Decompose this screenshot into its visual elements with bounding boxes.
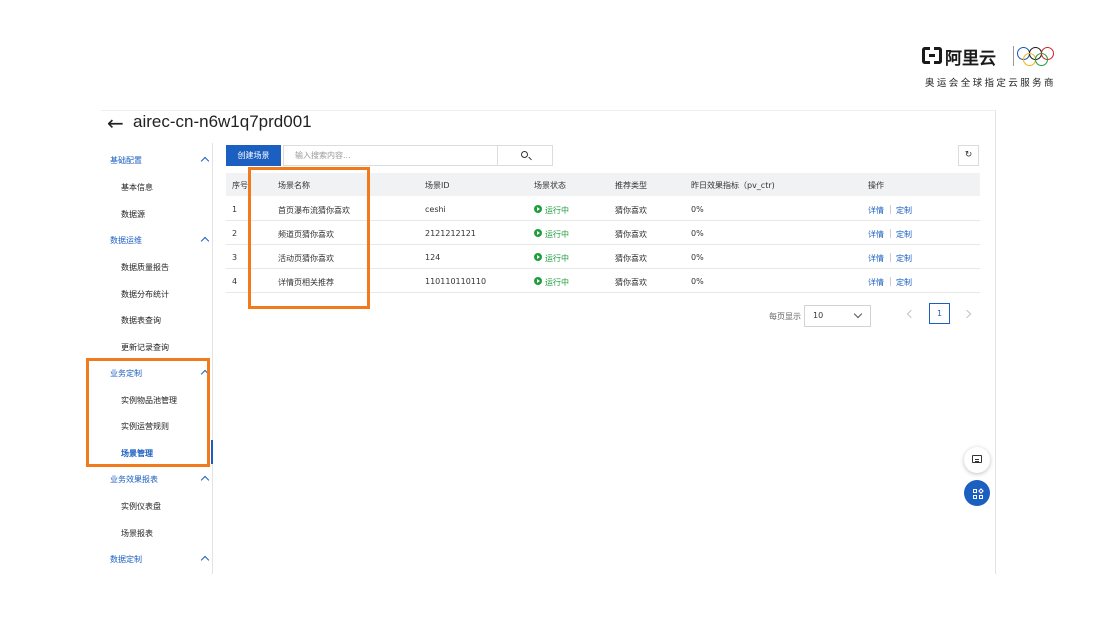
cell-metric: 0% xyxy=(691,205,704,214)
sidebar-group-label: 数据运维 xyxy=(110,236,142,245)
column-header-metric: 昨日效果指标（pv_ctr) xyxy=(691,181,775,190)
chevron-up-icon[interactable] xyxy=(200,156,210,166)
cell-status: 运行中 xyxy=(545,230,569,239)
action-divider xyxy=(890,205,891,214)
page-size-value: 10 xyxy=(813,311,824,320)
cell-metric: 0% xyxy=(691,253,704,262)
action-divider xyxy=(890,277,891,286)
sidebar-item[interactable]: 实例仪表盘 xyxy=(121,501,161,512)
detail-link[interactable]: 详情 xyxy=(868,277,884,288)
sidebar-item[interactable]: 数据表查询 xyxy=(121,315,161,326)
detail-link[interactable]: 详情 xyxy=(868,229,884,240)
logo-divider xyxy=(1013,46,1014,66)
cell-scene-id: ceshi xyxy=(425,205,446,214)
apps-button[interactable] xyxy=(964,480,990,506)
refresh-icon: ↻ xyxy=(964,150,973,160)
action-divider xyxy=(890,253,891,262)
cell-scene-id: 110110110110 xyxy=(425,277,487,286)
sidebar-group-label: 数据定制 xyxy=(110,555,142,564)
cell-metric: 0% xyxy=(691,229,704,238)
sidebar-group-header[interactable]: 数据运维 xyxy=(110,235,210,246)
action-divider xyxy=(890,229,891,238)
highlight-box-sidebar xyxy=(86,358,210,467)
apps-icon xyxy=(964,480,984,499)
column-header-status: 场景状态 xyxy=(534,181,566,190)
create-scene-button[interactable]: 创建场景 xyxy=(226,145,281,166)
detail-link[interactable]: 详情 xyxy=(868,205,884,216)
column-header-type: 推荐类型 xyxy=(615,181,647,190)
customize-link[interactable]: 定制 xyxy=(896,229,912,240)
status-running-icon xyxy=(534,205,542,213)
search-input[interactable] xyxy=(283,145,498,166)
customize-link[interactable]: 定制 xyxy=(896,205,912,216)
page-title: airec-cn-n6w1q7prd001 xyxy=(133,112,312,131)
column-header-actions: 操作 xyxy=(868,181,884,190)
cell-index: 4 xyxy=(232,277,238,286)
active-indicator xyxy=(211,440,213,464)
cell-index: 2 xyxy=(232,229,238,238)
cell-recommend-type: 猜你喜欢 xyxy=(615,206,647,215)
olympic-rings-icon xyxy=(1017,47,1067,67)
chat-icon xyxy=(972,455,982,463)
page-size-label: 每页显示 xyxy=(769,312,801,321)
sidebar-item[interactable]: 数据质量报告 xyxy=(121,262,169,273)
cell-status: 运行中 xyxy=(545,278,569,287)
chevron-down-icon xyxy=(853,309,863,319)
cell-recommend-type: 猜你喜欢 xyxy=(615,278,647,287)
cell-scene-id: 124 xyxy=(425,253,441,262)
sidebar-group-header[interactable]: 基础配置 xyxy=(110,155,210,166)
logo-subtitle: 奥运会全球指定云服务商 xyxy=(925,78,1056,89)
page-size-select[interactable]: 10 xyxy=(804,305,871,327)
search-button[interactable] xyxy=(497,145,553,166)
chat-button[interactable] xyxy=(964,447,990,473)
chevron-up-icon[interactable] xyxy=(200,236,210,246)
logo-name: 阿里云 xyxy=(945,49,996,69)
cell-scene-id: 2121212121 xyxy=(425,229,476,238)
cell-status: 运行中 xyxy=(545,254,569,263)
customize-link[interactable]: 定制 xyxy=(896,253,912,264)
sidebar-group-label: 业务效果报表 xyxy=(110,475,158,484)
chevron-up-icon[interactable] xyxy=(200,475,210,485)
detail-link[interactable]: 详情 xyxy=(868,253,884,264)
aliyun-logo: 阿里云 奥运会全球指定云服务商 xyxy=(918,44,1068,92)
status-running-icon xyxy=(534,229,542,237)
sidebar-item[interactable]: 场景报表 xyxy=(121,528,153,539)
cell-metric: 0% xyxy=(691,277,704,286)
cell-index: 3 xyxy=(232,253,238,262)
sidebar-item[interactable]: 数据源 xyxy=(121,209,145,220)
page-number-current[interactable]: 1 xyxy=(929,303,950,324)
highlight-box-name-column xyxy=(248,167,370,309)
sidebar-item[interactable]: 基本信息 xyxy=(121,182,153,193)
sidebar-item[interactable]: 更新记录查询 xyxy=(121,342,169,353)
sidebar-group-header[interactable]: 业务效果报表 xyxy=(110,474,210,485)
refresh-button[interactable]: ↻ xyxy=(958,145,979,166)
status-running-icon xyxy=(534,253,542,261)
cell-recommend-type: 猜你喜欢 xyxy=(615,230,647,239)
sidebar-group-label: 基础配置 xyxy=(110,156,142,165)
arrow-left-icon[interactable]: ← xyxy=(107,113,124,133)
sidebar-item[interactable]: 数据分布统计 xyxy=(121,289,169,300)
column-header-index: 序号 xyxy=(232,181,248,190)
sidebar-group-header[interactable]: 数据定制 xyxy=(110,554,210,565)
chevron-up-icon[interactable] xyxy=(200,555,210,565)
column-header-id: 场景ID xyxy=(425,181,450,190)
cell-status: 运行中 xyxy=(545,206,569,215)
customize-link[interactable]: 定制 xyxy=(896,277,912,288)
page-header: ← airec-cn-n6w1q7prd001 xyxy=(101,110,996,138)
cell-recommend-type: 猜你喜欢 xyxy=(615,254,647,263)
cell-index: 1 xyxy=(232,205,238,214)
aliyun-mark-icon xyxy=(922,47,942,64)
status-running-icon xyxy=(534,277,542,285)
